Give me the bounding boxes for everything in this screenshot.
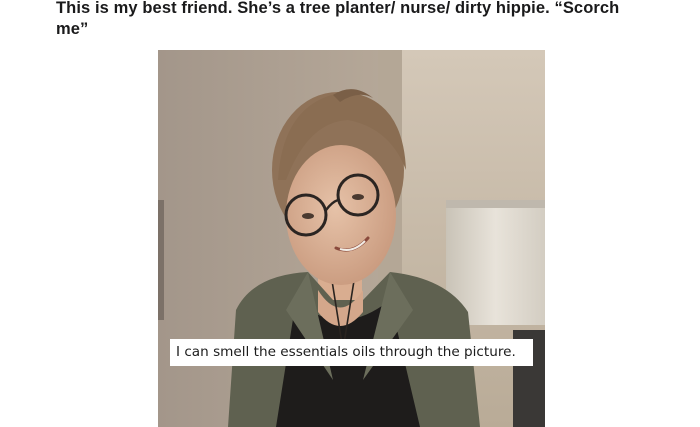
photo-illustration [158,50,545,427]
photo-caption: I can smell the essentials oils through … [170,339,533,366]
post-title: This is my best friend. She’s a tree pla… [56,0,620,38]
post-photo[interactable] [158,50,545,427]
